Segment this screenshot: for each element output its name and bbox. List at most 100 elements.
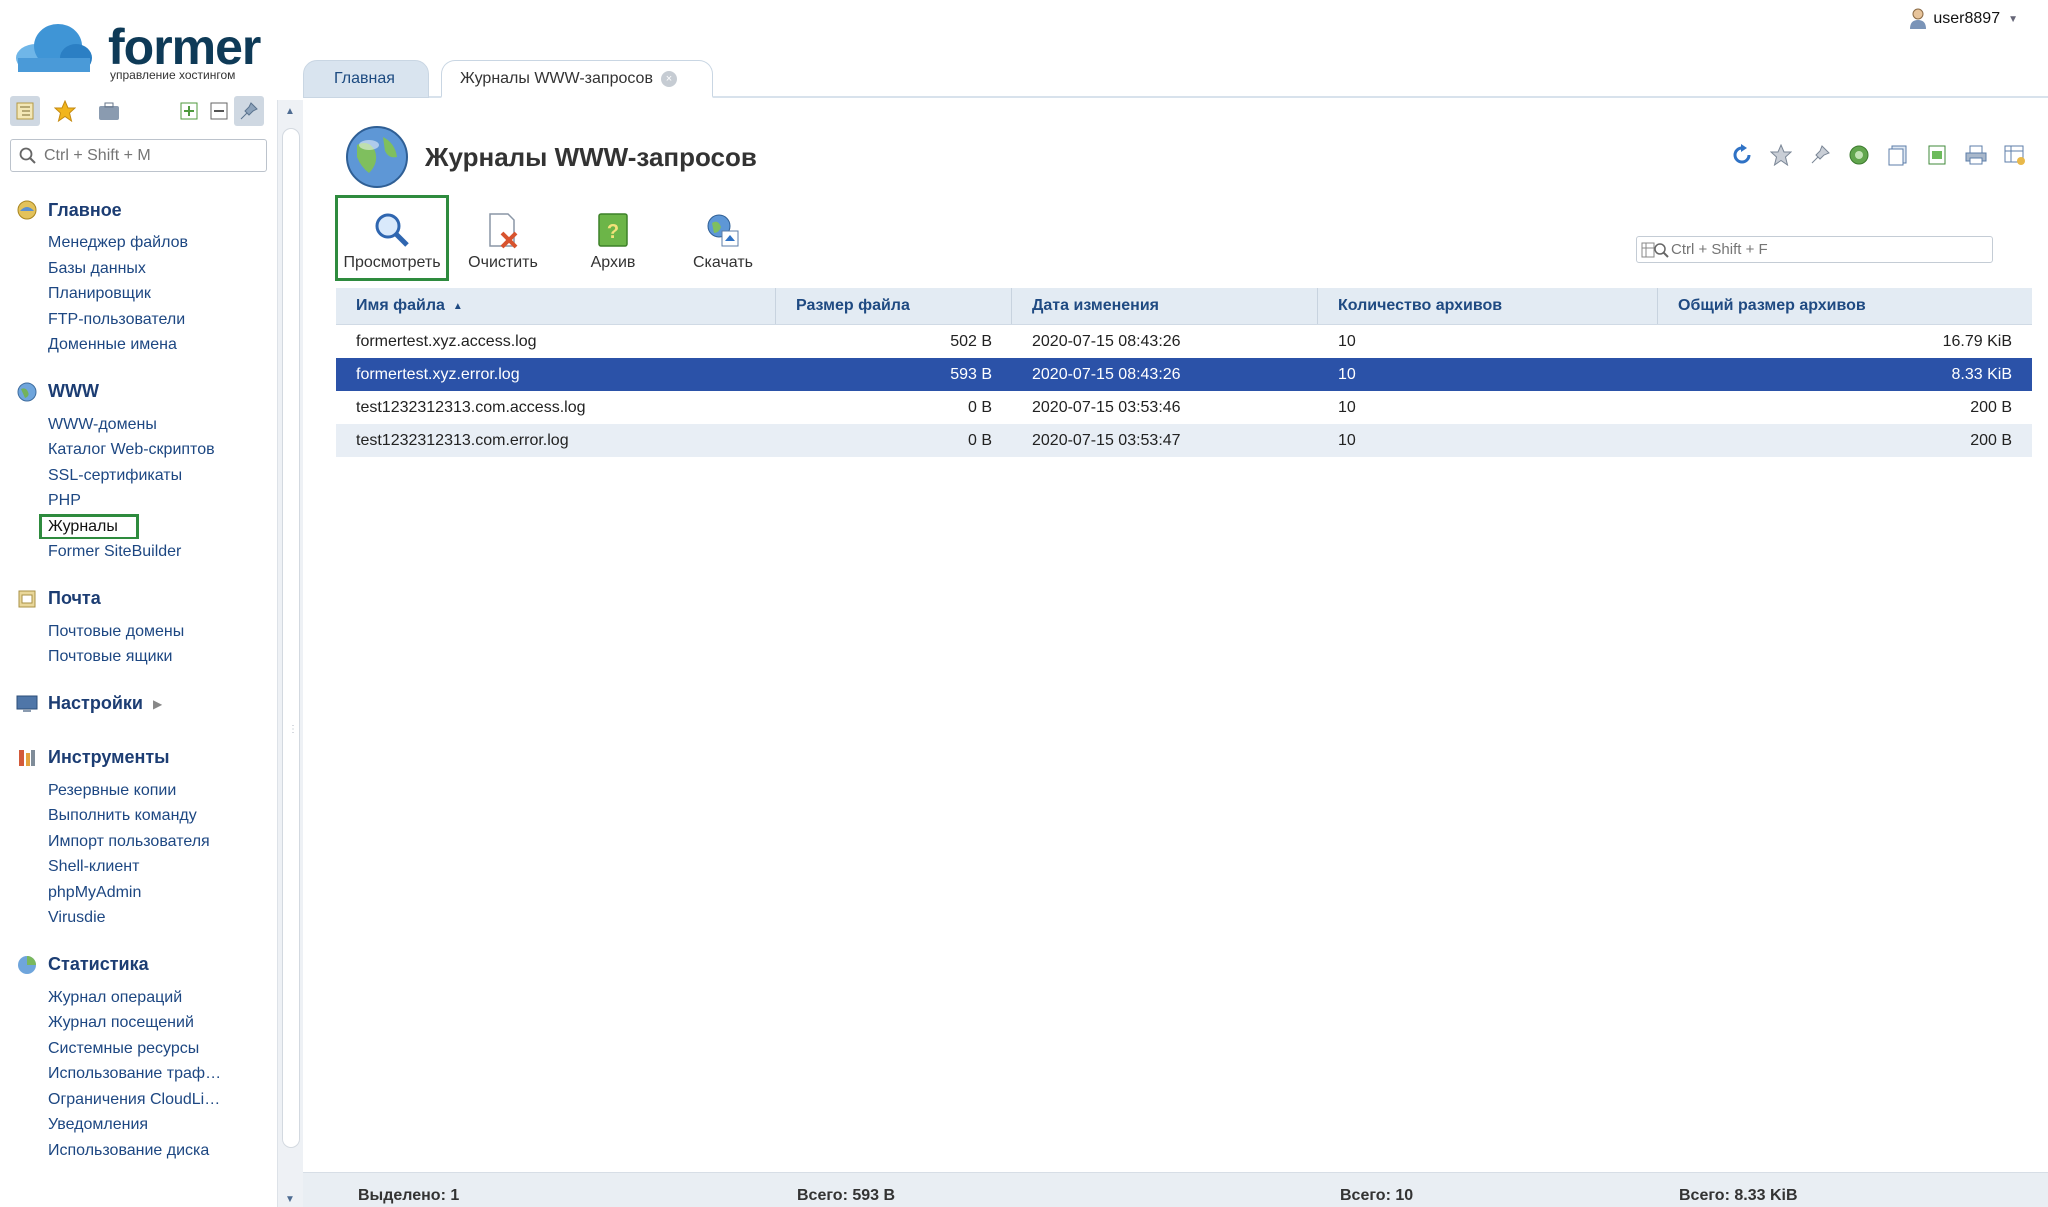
nav-item-operation-log[interactable]: Журнал операций	[0, 985, 270, 1011]
nav-item-cloudlinux-limits[interactable]: Ограничения CloudLi…	[0, 1087, 270, 1113]
nav-item-run-command[interactable]: Выполнить команду	[0, 803, 270, 829]
nav-item-file-manager[interactable]: Менеджер файлов	[0, 230, 270, 256]
download-button[interactable]: Скачать	[668, 196, 778, 280]
logo[interactable]: former управление хостингом	[14, 16, 264, 88]
nav-head-stats[interactable]: Статистика	[0, 945, 277, 985]
expand-all-button[interactable]	[174, 96, 204, 126]
column-header-archive-count[interactable]: Количество архивов	[1318, 288, 1658, 324]
pin-page-button[interactable]	[1805, 140, 1835, 170]
nav-item-notifications[interactable]: Уведомления	[0, 1112, 270, 1138]
nav-item-web-scripts[interactable]: Каталог Web-скриптов	[0, 437, 270, 463]
favorites-button[interactable]	[50, 96, 80, 126]
clear-button[interactable]: Очистить	[448, 196, 558, 280]
scroll-up-icon[interactable]: ▲	[285, 106, 295, 117]
column-header-modified[interactable]: Дата изменения	[1012, 288, 1318, 324]
nav-item-mail-domains[interactable]: Почтовые домены	[0, 619, 270, 645]
archive-icon: ?	[593, 210, 633, 250]
star-icon	[54, 100, 76, 122]
cell-archive-size: 200 B	[1970, 431, 2012, 449]
nav-item-php[interactable]: PHP	[0, 488, 270, 514]
tree-view-button[interactable]	[10, 96, 40, 126]
star-outline-icon	[1770, 144, 1792, 166]
nav-group-settings: Настройки ▶	[0, 684, 277, 724]
nav-item-traffic-usage[interactable]: Использование траф…	[0, 1061, 270, 1087]
archive-button[interactable]: ? Архив	[558, 196, 668, 280]
tab-www-logs[interactable]: Журналы WWW-запросов ×	[441, 60, 713, 98]
nav-item-virusdie[interactable]: Virusdie	[0, 905, 270, 931]
nav-head-www[interactable]: WWW	[0, 372, 277, 412]
cell-size: 593 B	[950, 365, 992, 383]
copy-button[interactable]	[1883, 140, 1913, 170]
table-row[interactable]: test1232312313.com.error.log 0 B 2020-07…	[336, 424, 2032, 457]
nav-item-disk-usage[interactable]: Использование диска	[0, 1138, 270, 1164]
nav-item-logs[interactable]: Журналы	[0, 513, 270, 539]
footer-total-size: Всего: 593 B	[797, 1187, 896, 1204]
nav-head-tools[interactable]: Инструменты	[0, 738, 277, 778]
sidebar-toolbar	[10, 96, 268, 126]
nav-item-ftp-users[interactable]: FTP-пользователи	[0, 307, 270, 333]
nav-group-www: WWW WWW-домены Каталог Web-скриптов SSL-…	[0, 372, 277, 565]
nav-item-ssl[interactable]: SSL-сертификаты	[0, 463, 270, 489]
nav-item-scheduler[interactable]: Планировщик	[0, 281, 270, 307]
refresh-button[interactable]	[1727, 140, 1757, 170]
nav-item-www-domains[interactable]: WWW-домены	[0, 412, 270, 438]
user-icon	[1910, 8, 1927, 29]
tab-home[interactable]: Главная	[303, 60, 429, 98]
view-button[interactable]: Просмотреть	[335, 195, 449, 281]
help-button[interactable]	[1844, 140, 1874, 170]
cell-modified: 2020-07-15 08:43:26	[1032, 332, 1181, 350]
user-menu[interactable]: user8897 ▼	[1909, 6, 2018, 32]
nav-item-databases[interactable]: Базы данных	[0, 256, 270, 282]
table-settings-button[interactable]	[2000, 140, 2030, 170]
home-icon	[16, 199, 38, 221]
scroll-down-icon[interactable]: ▼	[285, 1194, 295, 1205]
column-header-filename[interactable]: Имя файла ▲	[336, 288, 776, 324]
favorite-button[interactable]	[1766, 140, 1796, 170]
sidebar-scrollbar[interactable]: ▲ ⋮ ▼	[277, 100, 303, 1207]
nav-item-import-user[interactable]: Импорт пользователя	[0, 829, 270, 855]
nav-item-backups[interactable]: Резервные копии	[0, 778, 270, 804]
table-search-input[interactable]	[1671, 237, 1981, 262]
table-row[interactable]: formertest.xyz.access.log 502 B 2020-07-…	[336, 325, 2032, 358]
nav-item-visit-log[interactable]: Журнал посещений	[0, 1010, 270, 1036]
pin-button[interactable]	[234, 96, 264, 126]
pin-icon	[1811, 145, 1830, 164]
sidebar-nav: Главное Менеджер файлов Базы данных План…	[0, 190, 277, 1177]
sidebar-search-input[interactable]	[44, 140, 259, 171]
tab-bar: Главная Журналы WWW-запросов ×	[303, 60, 2048, 98]
nav-head-main[interactable]: Главное	[0, 190, 277, 230]
sidebar: former управление хостингом Главно	[0, 0, 277, 1207]
cell-archive-count: 10	[1338, 332, 1356, 350]
main-content: Журналы WWW-запросов Просмотреть Очистит…	[303, 100, 2048, 1207]
nav-item-system-resources[interactable]: Системные ресурсы	[0, 1036, 270, 1062]
nav-item-shell-client[interactable]: Shell-клиент	[0, 854, 270, 880]
table-row[interactable]: test1232312313.com.access.log 0 B 2020-0…	[336, 391, 2032, 424]
footer-total-archive-size: Всего: 8.33 KiB	[1679, 1187, 1798, 1204]
print-button[interactable]	[1961, 140, 1991, 170]
collapse-all-button[interactable]	[204, 96, 234, 126]
briefcase-button[interactable]	[94, 96, 124, 126]
magnifier-icon	[372, 210, 412, 250]
plus-box-icon	[180, 102, 198, 120]
table-row-selected[interactable]: formertest.xyz.error.log 593 B 2020-07-1…	[336, 358, 2032, 391]
copy-icon	[1888, 145, 1907, 166]
scrollbar-thumb[interactable]	[282, 128, 300, 1148]
table-search-icon	[1641, 242, 1669, 258]
column-header-archive-size[interactable]: Общий размер архивов	[1658, 288, 2032, 324]
column-header-size[interactable]: Размер файла	[776, 288, 1012, 324]
resize-grip-icon[interactable]: ⋮	[288, 725, 298, 735]
nav-item-phpmyadmin[interactable]: phpMyAdmin	[0, 880, 270, 906]
globe-help-icon	[1849, 145, 1869, 165]
export-excel-button[interactable]	[1922, 140, 1952, 170]
nav-item-mailboxes[interactable]: Почтовые ящики	[0, 644, 270, 670]
nav-head-mail[interactable]: Почта	[0, 579, 277, 619]
nav-head-settings[interactable]: Настройки ▶	[0, 684, 277, 724]
globe-icon	[346, 126, 408, 188]
cell-filename: formertest.xyz.error.log	[356, 365, 520, 383]
nav-item-logs-label: Журналы	[39, 513, 139, 539]
cell-filename: test1232312313.com.error.log	[356, 431, 569, 449]
action-toolbar: Просмотреть Очистить ? Архив Скачать	[335, 195, 778, 282]
nav-item-sitebuilder[interactable]: Former SiteBuilder	[0, 539, 270, 565]
nav-item-domain-names[interactable]: Доменные имена	[0, 332, 270, 358]
close-icon[interactable]: ×	[660, 70, 677, 87]
